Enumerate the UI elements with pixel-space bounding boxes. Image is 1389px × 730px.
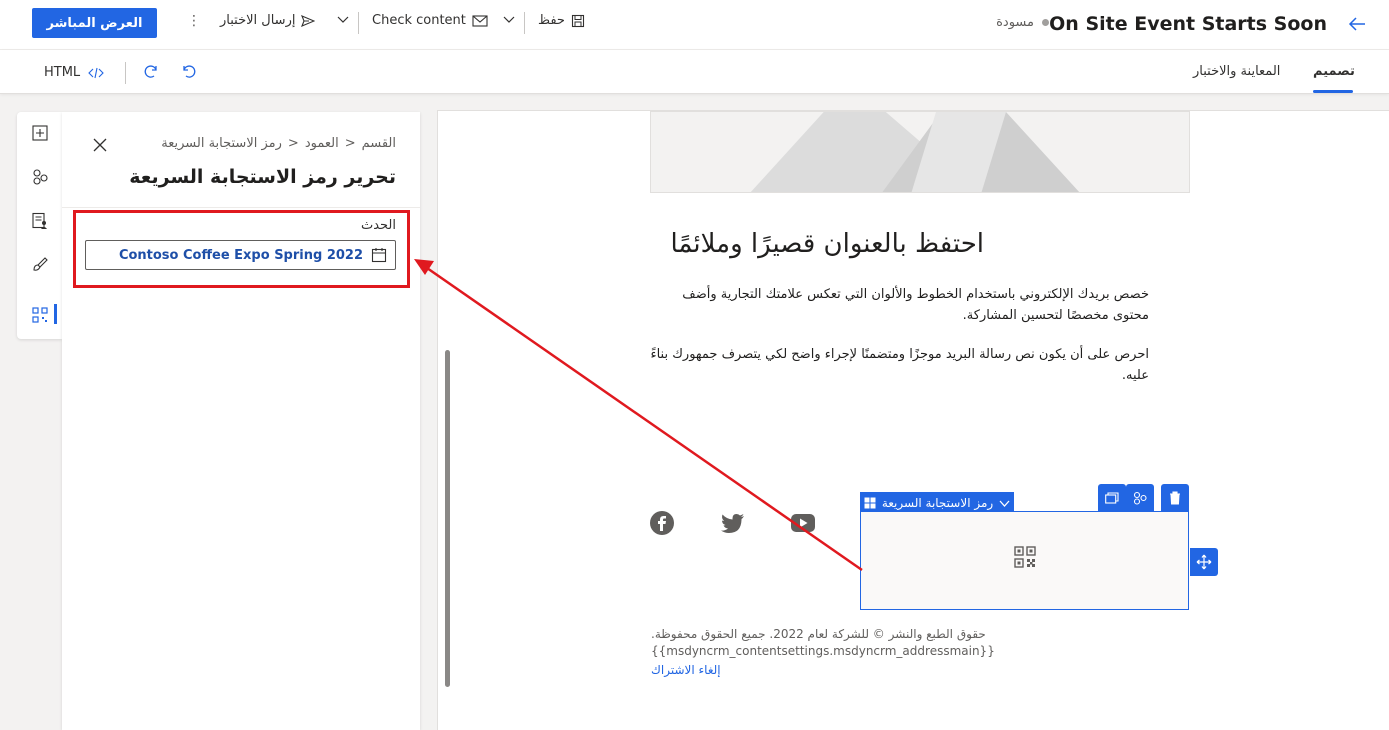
undo-button[interactable] <box>181 63 197 83</box>
youtube-link[interactable] <box>790 511 816 539</box>
send-test-label: إرسال الاختبار <box>220 13 296 28</box>
breadcrumb-chevron-icon: < <box>287 136 299 151</box>
assets-button[interactable] <box>31 212 49 234</box>
paragraph-line: عليه. <box>1121 368 1149 383</box>
personalize-element-button[interactable] <box>1126 484 1154 512</box>
toolbar-divider <box>125 62 126 84</box>
send-test-button[interactable]: إرسال الاختبار <box>220 13 316 28</box>
close-panel-button[interactable] <box>93 137 107 156</box>
personalization-button[interactable] <box>31 168 49 190</box>
save-button[interactable]: حفظ <box>538 13 585 28</box>
back-button[interactable] <box>1347 14 1367 38</box>
panel-title: تحرير رمز الاستجابة السريعة <box>129 166 396 188</box>
tab-design[interactable]: تصميم <box>1313 64 1355 79</box>
check-content-label: Check content <box>372 13 466 28</box>
more-options-button[interactable]: ⋮ <box>187 13 201 29</box>
facebook-link[interactable] <box>650 511 674 539</box>
styles-button[interactable] <box>31 256 49 278</box>
paragraph-line: محتوى مخصصًا لتحسين المشاركة. <box>962 308 1149 323</box>
duplicate-element-button[interactable] <box>1098 484 1126 512</box>
panel-divider <box>62 207 420 208</box>
breadcrumb-chevron-icon: < <box>344 136 356 151</box>
editor-tabs-bar: HTML المعاينة والاختبار تصميم <box>0 50 1389 94</box>
breadcrumb-qr-code: رمز الاستجابة السريعة <box>161 136 282 151</box>
page-title: On Site Event Starts Soon <box>1049 13 1327 35</box>
toolbar-divider <box>524 12 525 34</box>
breadcrumb: القسم < العمود < رمز الاستجابة السريعة <box>161 136 396 151</box>
code-icon <box>88 67 104 78</box>
unsubscribe-link[interactable]: إلغاء الاشتراك <box>651 663 721 677</box>
footer-address-token[interactable]: {{msdyncrm_contentsettings.msdyncrm_addr… <box>651 644 995 658</box>
save-icon <box>571 14 585 27</box>
chevron-down-icon <box>503 16 515 23</box>
chevron-down-icon <box>337 16 349 23</box>
redo-button[interactable] <box>143 63 159 83</box>
arrow-left-icon <box>1348 17 1365 31</box>
grid-icon <box>864 497 876 509</box>
twitter-link[interactable] <box>720 511 746 539</box>
qr-code-element[interactable] <box>860 511 1189 610</box>
send-icon <box>301 14 316 27</box>
facebook-icon <box>650 511 674 535</box>
check-content-button[interactable]: Check content <box>372 13 488 28</box>
status-indicator: مسودة <box>996 15 1049 30</box>
qr-label-text: رمز الاستجابة السريعة <box>881 496 994 510</box>
duplicate-icon <box>1105 492 1119 504</box>
send-test-dropdown[interactable] <box>337 13 349 25</box>
components-icon <box>1133 491 1147 505</box>
properties-panel: القسم < العمود < رمز الاستجابة السريعة ت… <box>62 112 420 730</box>
annotation-highlight-box <box>73 210 410 288</box>
close-icon <box>93 138 107 152</box>
breadcrumb-column[interactable]: العمود <box>305 136 339 151</box>
chevron-down-icon <box>999 500 1010 507</box>
canvas-scrollbar[interactable] <box>445 350 450 687</box>
trash-icon <box>1170 491 1180 505</box>
active-rail-indicator <box>54 304 57 324</box>
move-arrows-icon <box>1196 554 1212 570</box>
move-element-handle[interactable] <box>1190 548 1218 576</box>
qr-code-icon <box>32 307 48 323</box>
document-person-icon <box>32 212 47 229</box>
email-heading[interactable]: احتفظ بالعنوان قصيرًا وملائمًا <box>670 229 984 259</box>
status-dot <box>1042 19 1049 26</box>
html-label: HTML <box>44 65 81 80</box>
undo-icon <box>183 65 196 78</box>
components-icon <box>33 169 48 185</box>
qr-code-tool-button[interactable] <box>31 306 49 328</box>
paragraph-line: احرص على أن يكون نص رسالة البريد موجزًا … <box>650 347 1149 362</box>
body-paragraph-1[interactable]: خصص بريدك الإلكتروني باستخدام الخطوط وال… <box>649 284 1149 326</box>
toolbar-divider <box>358 12 359 34</box>
go-live-button[interactable]: العرض المباشر <box>32 8 157 38</box>
breadcrumb-section[interactable]: القسم <box>362 136 396 151</box>
status-text: مسودة <box>996 15 1034 30</box>
qr-code-icon <box>1014 546 1036 568</box>
more-vertical-icon: ⋮ <box>187 13 201 29</box>
active-tab-indicator <box>1313 90 1353 93</box>
redo-icon <box>144 65 157 78</box>
twitter-icon <box>721 514 744 533</box>
add-element-button[interactable] <box>31 124 49 146</box>
image-placeholder-icon <box>651 112 1189 192</box>
email-design-canvas: احتفظ بالعنوان قصيرًا وملائمًا خصص بريدك… <box>437 110 1389 730</box>
save-label: حفظ <box>538 13 565 28</box>
check-content-dropdown[interactable] <box>503 13 515 25</box>
footer-copyright[interactable]: حقوق الطبع والنشر © للشركة لعام 2022. جم… <box>651 627 991 641</box>
paint-brush-icon <box>33 257 48 271</box>
mail-check-icon <box>472 14 488 27</box>
body-paragraph-2[interactable]: احرص على أن يكون نص رسالة البريد موجزًا … <box>649 344 1149 386</box>
html-view-button[interactable]: HTML <box>44 65 104 80</box>
add-box-icon <box>32 125 48 141</box>
top-command-bar: العرض المباشر ⋮ إرسال الاختبار Check con… <box>0 0 1389 50</box>
hero-image-placeholder[interactable] <box>650 111 1190 193</box>
youtube-icon <box>791 514 815 532</box>
delete-element-button[interactable] <box>1161 484 1189 512</box>
tab-preview-test[interactable]: المعاينة والاختبار <box>1193 64 1280 79</box>
paragraph-line: خصص بريدك الإلكتروني باستخدام الخطوط وال… <box>682 287 1149 302</box>
